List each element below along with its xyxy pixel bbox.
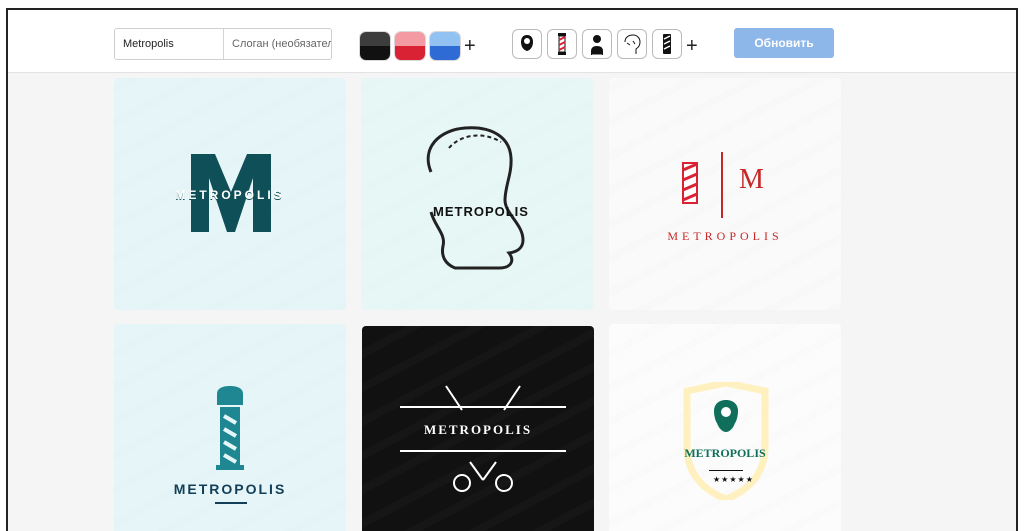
add-color-button[interactable]: + — [464, 32, 476, 60]
barber-pole-alt-icon[interactable] — [652, 29, 682, 59]
logo-2-text: METROPOLIS — [433, 204, 529, 219]
bearded-bust-icon[interactable] — [582, 29, 612, 59]
logo-3-monogram: M — [739, 164, 764, 195]
logo-card-6[interactable]: METROPOLIS ★★★★★ — [609, 324, 841, 531]
slogan-input[interactable] — [224, 29, 331, 59]
company-name-input[interactable] — [115, 29, 224, 59]
update-button[interactable]: Обновить — [734, 28, 834, 58]
logo-6-text: METROPOLIS — [684, 446, 766, 460]
logo-3-divider — [721, 152, 723, 218]
logo-5-text: METROPOLIS — [423, 422, 533, 437]
color-blue-swatch[interactable] — [430, 32, 460, 60]
app-window: + + Обновить METROPOLIS METROPOL — [6, 8, 1018, 531]
logo-toolbar: + + Обновить — [8, 10, 1016, 73]
logo-4-underline — [215, 502, 247, 504]
color-black-swatch[interactable] — [360, 32, 390, 60]
logo-6-stars: ★★★★★ — [713, 475, 754, 484]
logo-4-text: METROPOLIS — [173, 481, 287, 497]
logo-card-2[interactable]: METROPOLIS — [361, 78, 593, 310]
logo-card-5[interactable]: METROPOLIS — [362, 326, 594, 531]
color-red-swatch[interactable] — [395, 32, 425, 60]
logo-card-4[interactable]: METROPOLIS — [114, 324, 346, 531]
barber-pole-icon[interactable] — [547, 29, 577, 59]
logo-1-text: METROPOLIS — [175, 188, 285, 202]
beard-man-icon[interactable] — [512, 29, 542, 59]
name-slogan-inputs — [114, 28, 332, 60]
add-icon-button[interactable]: + — [686, 32, 698, 60]
logo-card-1[interactable]: METROPOLIS — [114, 78, 346, 310]
logo-3-text: METROPOLIS — [667, 229, 783, 243]
logo-6-rule — [709, 470, 743, 471]
head-profile-icon[interactable] — [617, 29, 647, 59]
logo-card-3[interactable]: M METROPOLIS — [609, 78, 841, 310]
